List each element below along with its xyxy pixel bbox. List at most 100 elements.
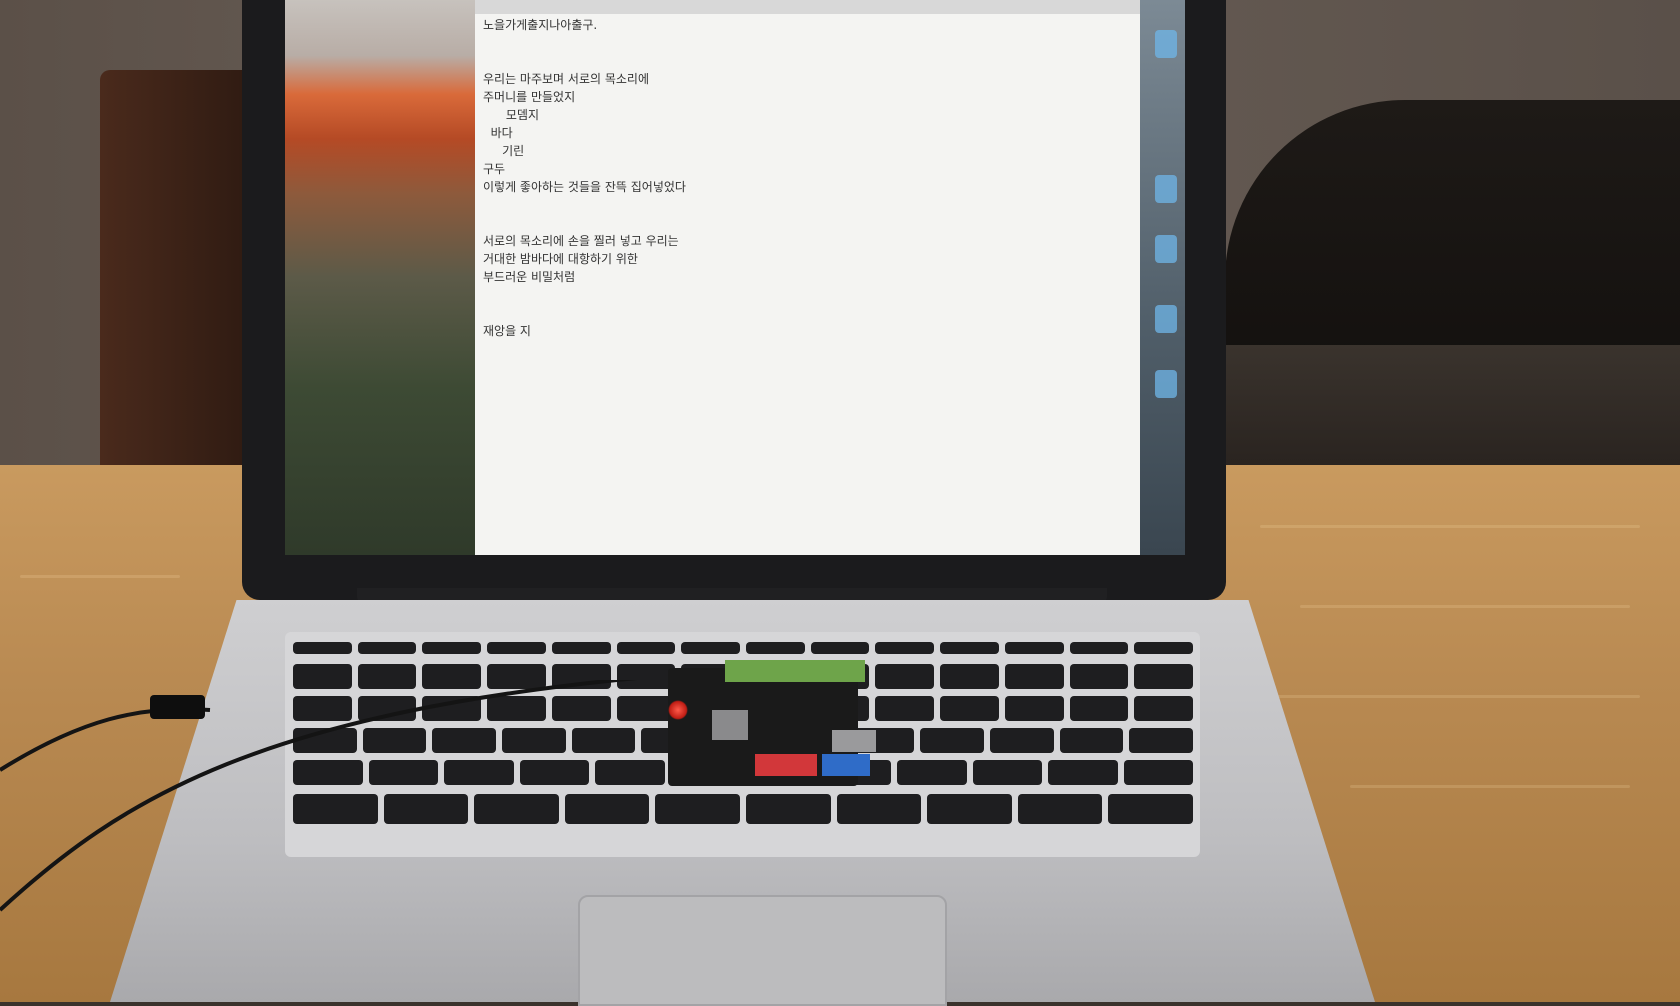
keyboard-key[interactable] <box>293 760 363 785</box>
keyboard-key[interactable] <box>357 642 417 654</box>
keyboard-key[interactable] <box>422 696 482 721</box>
document-line[interactable]: 바다 <box>483 124 1123 142</box>
folder-icon[interactable] <box>1155 305 1177 333</box>
document-line[interactable]: 구두 <box>483 160 1123 178</box>
keyboard-key[interactable] <box>1017 794 1103 824</box>
document-line[interactable] <box>483 196 1123 214</box>
document-text[interactable]: 노을가게출지나아출구. 우리는 마주보며 서로의 목소리에 주머니를 만들었지 모뎀… <box>483 16 1123 340</box>
board-component <box>832 730 876 752</box>
document-line[interactable]: 우리는 마주보며 서로의 목소리에 <box>483 70 1123 88</box>
document-line[interactable]: 거대한 밤바다에 대항하기 위한 <box>483 250 1123 268</box>
folder-icon[interactable] <box>1155 235 1177 263</box>
keyboard-key[interactable] <box>357 664 417 689</box>
keyboard-key[interactable] <box>875 664 935 689</box>
document-line[interactable]: 재앙을 지 <box>483 322 1123 340</box>
keyboard-key[interactable] <box>474 794 559 824</box>
keyboard-key[interactable] <box>940 664 999 689</box>
keyboard-key[interactable] <box>989 728 1054 753</box>
keyboard-key[interactable] <box>293 728 357 753</box>
document-line[interactable]: 주머니를 만들었지 <box>483 88 1123 106</box>
keyboard-key[interactable] <box>564 794 650 824</box>
document-line[interactable]: 이렇게 좋아하는 것들을 잔뜩 집어넣었다 <box>483 178 1123 196</box>
keyboard-key[interactable] <box>940 696 999 721</box>
board-blue-connector <box>822 754 870 776</box>
keyboard-key[interactable] <box>1123 760 1193 785</box>
keyboard-key[interactable] <box>1134 642 1193 654</box>
text-editor-window[interactable]: 노을가게출지나아출구. 우리는 마주보며 서로의 목소리에 주머니를 만들었지 모뎀… <box>475 14 1140 555</box>
document-line[interactable] <box>483 34 1123 52</box>
board-component <box>712 710 748 740</box>
document-line[interactable] <box>483 286 1123 304</box>
keyboard-key[interactable] <box>432 728 497 753</box>
keyboard-key[interactable] <box>551 642 611 654</box>
keyboard-key[interactable] <box>571 728 636 753</box>
keyboard-key[interactable] <box>875 696 935 721</box>
keyboard-key[interactable] <box>810 642 870 654</box>
keyboard-key[interactable] <box>616 642 676 654</box>
keyboard-key[interactable] <box>1004 696 1064 721</box>
keyboard-key[interactable] <box>519 760 589 785</box>
chair-right-seat <box>1220 345 1680 465</box>
document-line[interactable]: 노을가게출지나아출구. <box>483 16 1123 34</box>
board-pin-header <box>725 660 865 682</box>
keyboard-key[interactable] <box>1004 642 1064 654</box>
keyboard-key[interactable] <box>487 642 546 654</box>
keyboard-key[interactable] <box>487 696 546 721</box>
keyboard-key[interactable] <box>487 664 546 689</box>
document-line[interactable] <box>483 52 1123 70</box>
keyboard-key[interactable] <box>972 760 1042 785</box>
keyboard-key[interactable] <box>1069 696 1129 721</box>
keyboard-key[interactable] <box>1069 664 1129 689</box>
document-line[interactable]: 기린 <box>483 142 1123 160</box>
keyboard-key[interactable] <box>293 696 352 721</box>
document-line[interactable]: 서로의 목소리에 손을 찔러 넣고 우리는 <box>483 232 1123 250</box>
keyboard-key[interactable] <box>681 642 740 654</box>
desktop-icons-column <box>1140 0 1185 555</box>
keyboard-key[interactable] <box>927 794 1012 824</box>
menu-bar <box>475 0 1185 14</box>
keyboard-key[interactable] <box>368 760 438 785</box>
keyboard-key[interactable] <box>1134 664 1193 689</box>
keyboard-key[interactable] <box>551 696 611 721</box>
keyboard-key[interactable] <box>655 794 740 824</box>
laptop-screen: 노을가게출지나아출구. 우리는 마주보며 서로의 목소리에 주머니를 만들었지 모뎀… <box>285 0 1185 555</box>
keyboard-key[interactable] <box>1129 728 1193 753</box>
keyboard-key[interactable] <box>746 794 831 824</box>
keyboard-key[interactable] <box>1059 728 1124 753</box>
keyboard-key[interactable] <box>357 696 417 721</box>
keyboard-key[interactable] <box>422 642 482 654</box>
keyboard-key[interactable] <box>422 664 482 689</box>
keyboard-key[interactable] <box>616 696 676 721</box>
keyboard-key[interactable] <box>616 664 676 689</box>
keyboard-key[interactable] <box>293 642 352 654</box>
keyboard-key[interactable] <box>383 794 469 824</box>
keyboard-key[interactable] <box>1108 794 1193 824</box>
document-line[interactable]: 부드러운 비밀처럼 <box>483 268 1123 286</box>
folder-icon[interactable] <box>1155 370 1177 398</box>
keyboard-key[interactable] <box>1069 642 1129 654</box>
keyboard-key[interactable] <box>1134 696 1193 721</box>
chair-right-back <box>1225 100 1680 360</box>
document-line[interactable] <box>483 304 1123 322</box>
keyboard-key[interactable] <box>1048 760 1118 785</box>
keyboard-key[interactable] <box>920 728 984 753</box>
keyboard-key[interactable] <box>836 794 922 824</box>
keyboard-key[interactable] <box>551 664 611 689</box>
trackpad[interactable] <box>578 895 947 1006</box>
keyboard-key[interactable] <box>444 760 514 785</box>
desktop-wallpaper <box>285 0 475 555</box>
folder-icon[interactable] <box>1155 30 1177 58</box>
keyboard-key[interactable] <box>595 760 665 785</box>
folder-icon[interactable] <box>1155 175 1177 203</box>
keyboard-key[interactable] <box>293 794 378 824</box>
keyboard-key[interactable] <box>875 642 935 654</box>
keyboard-key[interactable] <box>940 642 999 654</box>
keyboard-key[interactable] <box>502 728 566 753</box>
keyboard-key[interactable] <box>746 642 805 654</box>
keyboard-key[interactable] <box>897 760 967 785</box>
keyboard-key[interactable] <box>293 664 352 689</box>
keyboard-key[interactable] <box>1004 664 1064 689</box>
keyboard-key[interactable] <box>362 728 427 753</box>
document-line[interactable] <box>483 214 1123 232</box>
document-line[interactable]: 모뎀지 <box>483 106 1123 124</box>
